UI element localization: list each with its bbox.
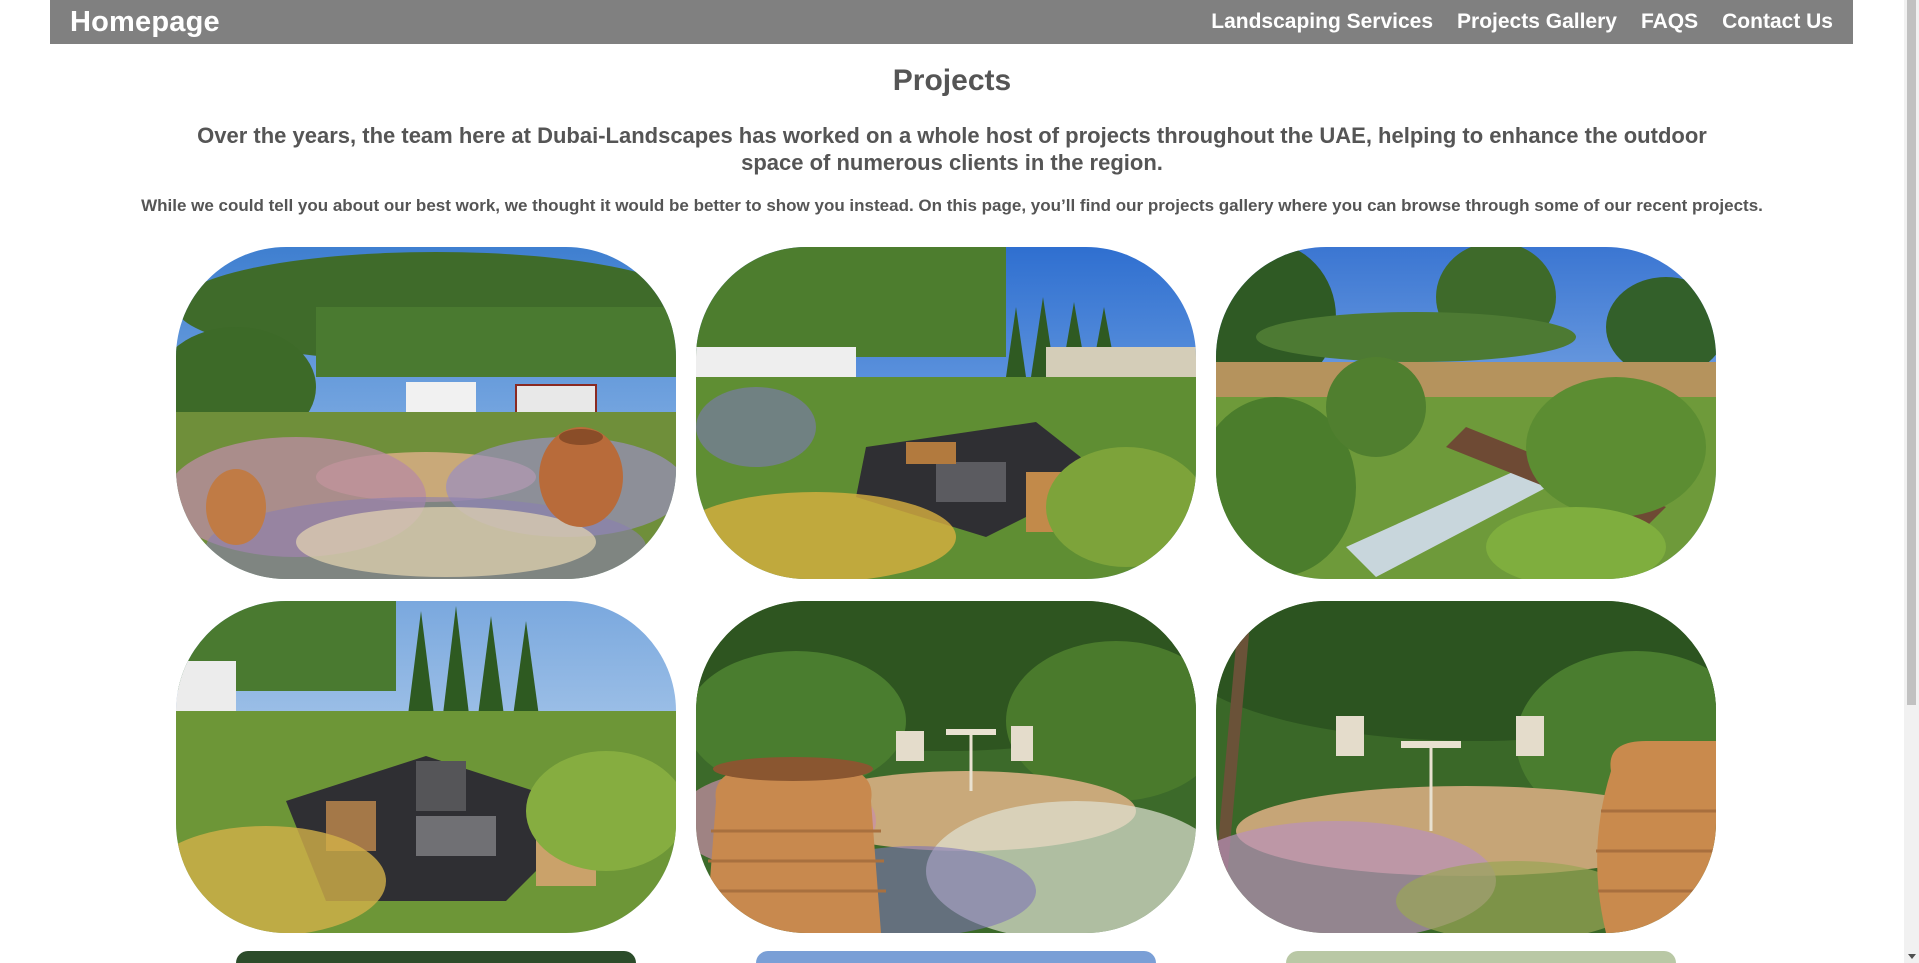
gallery-photo-7-peek[interactable]	[236, 951, 636, 963]
scroll-down-arrow-icon[interactable]	[1908, 954, 1916, 959]
garden-photo-image	[176, 247, 676, 579]
gallery-photo-1[interactable]	[176, 247, 676, 579]
nav-link-faqs[interactable]: FAQS	[1641, 10, 1698, 34]
gallery-photo-4[interactable]	[176, 601, 676, 933]
nav-links: Landscaping Services Projects Gallery FA…	[1211, 10, 1833, 34]
intro-text: Over the years, the team here at Dubai-L…	[197, 123, 1707, 175]
nav-link-projects-gallery[interactable]: Projects Gallery	[1457, 10, 1617, 34]
garden-photo-image	[1216, 601, 1716, 933]
gallery-photo-8-peek[interactable]	[756, 951, 1156, 963]
top-navbar: Homepage Landscaping Services Projects G…	[50, 0, 1853, 44]
homepage-link[interactable]: Homepage	[70, 6, 220, 39]
gallery-photo-2[interactable]	[696, 247, 1196, 579]
page: Homepage Landscaping Services Projects G…	[0, 0, 1919, 963]
gallery-photo-6[interactable]	[1216, 601, 1716, 933]
subintro-text: While we could tell you about our best w…	[141, 196, 1763, 215]
scrollbar-thumb[interactable]	[1907, 0, 1916, 705]
nav-link-contact-us[interactable]: Contact Us	[1722, 10, 1833, 34]
garden-photo-image	[1216, 247, 1716, 579]
gallery-photo-3[interactable]	[1216, 247, 1716, 579]
gallery-photo-9-peek[interactable]	[1286, 951, 1676, 963]
page-title: Projects	[892, 64, 1012, 97]
gallery-photo-5[interactable]	[696, 601, 1196, 933]
garden-photo-image	[696, 247, 1196, 579]
garden-photo-image	[176, 601, 676, 933]
nav-link-landscaping-services[interactable]: Landscaping Services	[1211, 10, 1433, 34]
vertical-scrollbar[interactable]	[1904, 0, 1919, 963]
garden-photo-image	[696, 601, 1196, 933]
